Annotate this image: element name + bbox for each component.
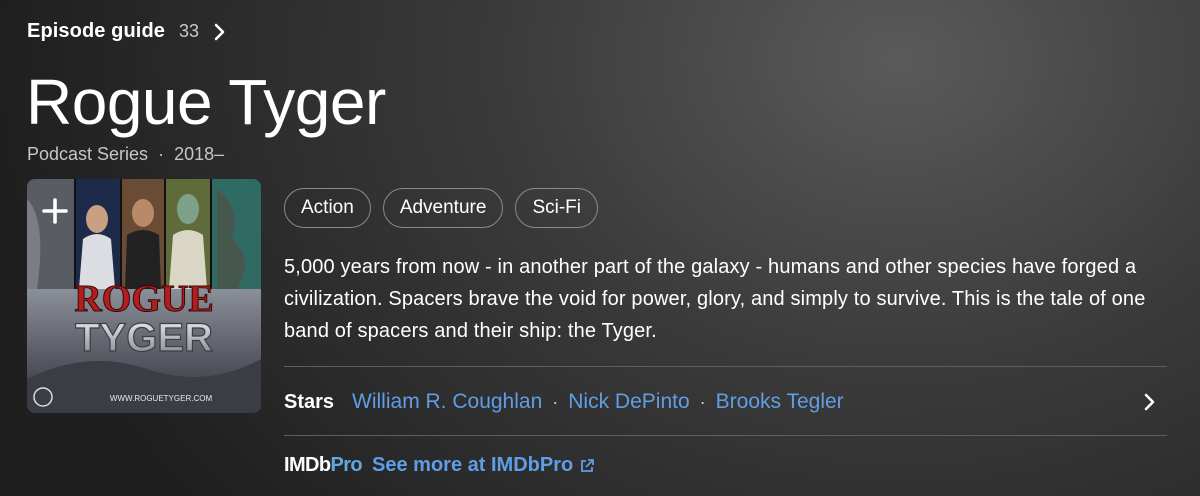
plus-icon [42,198,68,224]
chevron-right-icon[interactable] [1143,392,1157,412]
stars-separator: · [699,391,706,412]
star-link-william-coughlan[interactable]: William R. Coughlan [352,390,542,414]
add-to-watchlist-button[interactable] [37,193,73,229]
genre-chip-action[interactable]: Action [284,188,371,228]
meta-separator: · [158,144,165,164]
external-link-icon [581,458,595,472]
series-meta: Podcast Series · 2018– [27,144,224,165]
stars-row: Stars William R. Coughlan · Nick DePinto… [284,382,1167,422]
genre-chip-scifi[interactable]: Sci-Fi [515,188,598,228]
episode-guide-link[interactable]: Episode guide 33 [27,20,227,43]
star-link-brooks-tegler[interactable]: Brooks Tegler [716,390,844,414]
svg-text:WWW.ROGUETYGER.COM: WWW.ROGUETYGER.COM [110,394,213,403]
svg-text:ROGUE: ROGUE [74,278,213,320]
episode-count: 33 [178,21,200,41]
divider [284,366,1167,367]
imdbpro-logo-imdb: IMDb [284,454,331,476]
series-type: Podcast Series [27,144,149,164]
imdbpro-logo-pro: Pro [330,454,363,476]
see-more-imdbpro-link[interactable]: See more at IMDbPro [372,454,595,477]
episode-guide-label: Episode guide [27,20,165,42]
imdbpro-row: IMDbPro See more at IMDbPro [284,454,595,477]
series-years: 2018– [174,144,225,164]
imdbpro-logo: IMDbPro [284,454,363,477]
page-title: Rogue Tyger [26,66,386,138]
see-more-imdbpro-label: See more at IMDbPro [372,454,574,476]
star-link-nick-depinto[interactable]: Nick DePinto [568,390,689,414]
svg-text:TYGER: TYGER [75,316,213,360]
stars-separator: · [552,391,559,412]
chevron-right-icon [214,23,225,40]
plot-summary: 5,000 years from now - in another part o… [284,256,1146,342]
stars-label: Stars [284,390,335,413]
genre-chips: Action Adventure Sci-Fi [284,188,598,228]
divider [284,435,1167,436]
genre-chip-adventure[interactable]: Adventure [382,188,504,228]
poster[interactable]: ROGUE TYGER WWW.ROGUETYGER.COM [27,179,261,413]
